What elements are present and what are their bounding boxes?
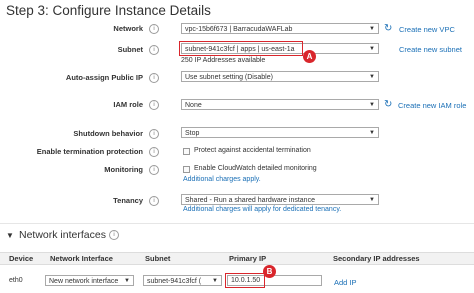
tenancy-label: Tenancy [113, 196, 143, 205]
header-primary-ip: Primary IP [229, 254, 267, 263]
network-interfaces-title: Network interfaces [19, 229, 106, 241]
info-icon[interactable]: i [149, 165, 159, 175]
add-ip-link[interactable]: Add IP [334, 278, 357, 287]
row-interface-value: New network interface [49, 278, 119, 285]
divider [0, 223, 474, 224]
caret-down-icon: ▼ [124, 278, 130, 284]
tenancy-select[interactable]: Shared - Run a shared hardware instance … [181, 194, 379, 205]
info-icon[interactable]: i [149, 147, 159, 157]
row-interface-select[interactable]: New network interface ▼ [45, 275, 134, 286]
monitoring-label: Monitoring [104, 165, 143, 174]
create-subnet-link[interactable]: Create new subnet [399, 45, 462, 54]
caret-down-icon: ▼ [369, 130, 375, 136]
iam-role-value: None [185, 102, 202, 109]
subnet-label: Subnet [117, 45, 143, 54]
subnet-available-text: 250 IP Addresses available [181, 57, 266, 64]
header-secondary-ip: Secondary IP addresses [333, 254, 420, 263]
caret-down-icon: ▼ [369, 26, 375, 32]
info-icon[interactable]: i [149, 129, 159, 139]
auto-assign-label: Auto-assign Public IP [65, 73, 143, 82]
tenancy-charges-link[interactable]: Additional charges will apply for dedica… [183, 206, 341, 213]
shutdown-label: Shutdown behavior [73, 129, 143, 138]
collapse-triangle-icon[interactable]: ▼ [6, 231, 14, 240]
create-vpc-link[interactable]: Create new VPC [399, 25, 455, 34]
shutdown-value: Stop [185, 130, 200, 137]
row-subnet-select[interactable]: subnet-941c3fcf ( ▼ [143, 275, 222, 286]
info-icon[interactable]: i [109, 230, 119, 240]
info-icon[interactable]: i [149, 100, 159, 110]
caret-down-icon: ▼ [369, 102, 375, 108]
create-iam-role-link[interactable]: Create new IAM role [398, 101, 466, 110]
info-icon[interactable]: i [149, 45, 159, 55]
iam-role-select[interactable]: None ▼ [181, 99, 379, 110]
tenancy-value: Shared - Run a shared hardware instance [185, 197, 315, 204]
info-icon[interactable]: i [149, 24, 159, 34]
refresh-icon[interactable]: ↻ [384, 100, 394, 110]
monitoring-checkbox[interactable] [183, 166, 190, 173]
termination-checkbox[interactable] [183, 148, 190, 155]
shutdown-select[interactable]: Stop ▼ [181, 127, 379, 138]
auto-assign-value: Use subnet setting (Disable) [185, 74, 273, 81]
termination-option-text: Protect against accidental termination [194, 147, 311, 154]
monitoring-charges-link[interactable]: Additional charges apply. [183, 176, 261, 183]
annotation-badge-b: B [263, 265, 276, 278]
caret-down-icon: ▼ [369, 197, 375, 203]
row-subnet-value: subnet-941c3fcf ( [147, 278, 202, 285]
subnet-highlight-box [179, 41, 303, 56]
primary-ip-highlight-box [225, 273, 265, 288]
auto-assign-select[interactable]: Use subnet setting (Disable) ▼ [181, 71, 379, 82]
page-title: Step 3: Configure Instance Details [6, 3, 211, 18]
header-subnet: Subnet [145, 254, 171, 263]
caret-down-icon: ▼ [212, 278, 218, 284]
info-icon[interactable]: i [149, 73, 159, 83]
caret-down-icon: ▼ [369, 74, 375, 80]
network-label: Network [113, 24, 143, 33]
header-device: Device [9, 254, 34, 263]
termination-label: Enable termination protection [36, 147, 143, 156]
monitoring-option-text: Enable CloudWatch detailed monitoring [194, 165, 317, 172]
row-device: eth0 [9, 277, 23, 284]
info-icon[interactable]: i [149, 196, 159, 206]
network-select[interactable]: vpc-15b6f673 | BarracudaWAFLab ▼ [181, 23, 379, 34]
annotation-badge-a: A [303, 50, 316, 63]
refresh-icon[interactable]: ↻ [384, 24, 394, 34]
network-value: vpc-15b6f673 | BarracudaWAFLab [185, 26, 293, 33]
iam-role-label: IAM role [113, 100, 143, 109]
header-network-interface: Network Interface [50, 254, 113, 263]
caret-down-icon: ▼ [369, 46, 375, 52]
